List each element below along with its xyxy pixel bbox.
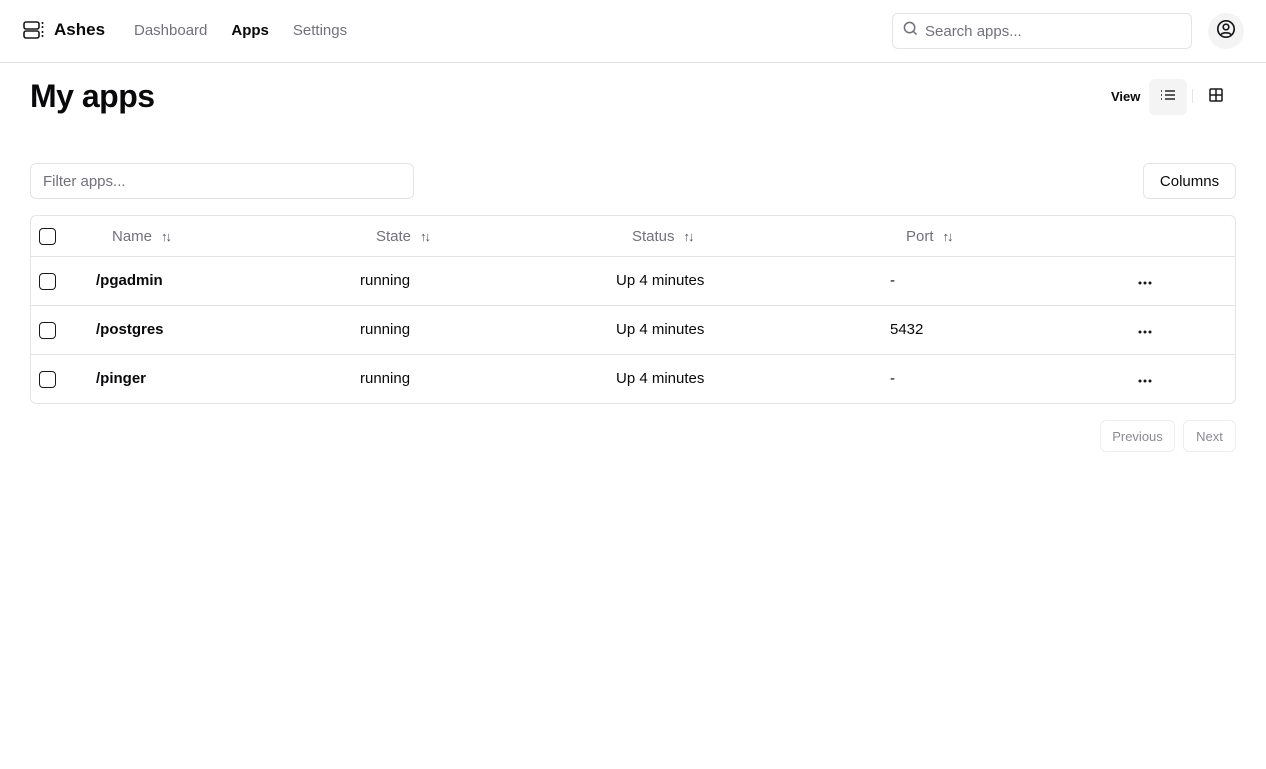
row-actions-button[interactable] <box>1134 271 1156 291</box>
row-checkbox[interactable] <box>39 273 56 290</box>
column-label: Port <box>906 228 934 245</box>
filter-apps-input[interactable] <box>30 163 414 199</box>
table-row: /postgres running Up 4 minutes 5432 <box>31 306 1235 355</box>
view-label: View <box>1111 89 1141 104</box>
search-input[interactable] <box>925 22 1175 40</box>
nav-settings[interactable]: Settings <box>293 22 347 39</box>
app-status: Up 4 minutes <box>616 321 705 338</box>
sort-icon: ↑↓ <box>161 229 172 244</box>
brand[interactable]: Ashes <box>23 20 105 40</box>
column-header-port[interactable]: Port ↑↓ <box>906 228 954 245</box>
nav-dashboard[interactable]: Dashboard <box>134 22 207 39</box>
column-label: Name <box>112 228 153 245</box>
column-header-name[interactable]: Name ↑↓ <box>112 228 172 245</box>
apps-table: Name ↑↓ State ↑↓ Status ↑↓ Port ↑↓ /pgad… <box>30 215 1236 404</box>
app-status: Up 4 minutes <box>616 370 705 387</box>
column-label: State <box>376 228 412 245</box>
row-checkbox[interactable] <box>39 371 56 388</box>
user-menu-button[interactable] <box>1208 13 1244 49</box>
select-all-checkbox[interactable] <box>39 228 56 245</box>
sort-icon: ↑↓ <box>683 229 695 244</box>
server-icon <box>23 20 45 40</box>
next-page-button[interactable]: Next <box>1183 420 1236 452</box>
app-state: running <box>360 272 411 289</box>
app-port: - <box>890 272 895 289</box>
more-horizontal-icon <box>1138 370 1152 388</box>
app-port: - <box>890 370 895 387</box>
main-nav: Dashboard Apps Settings <box>134 22 347 39</box>
list-view-button[interactable] <box>1149 79 1187 115</box>
row-actions-button[interactable] <box>1134 320 1156 340</box>
app-port: 5432 <box>890 321 924 338</box>
grid-view-button[interactable] <box>1197 79 1235 115</box>
more-horizontal-icon <box>1138 321 1152 339</box>
row-checkbox[interactable] <box>39 322 56 339</box>
top-navbar: Ashes Dashboard Apps Settings <box>0 0 1266 63</box>
app-name[interactable]: /postgres <box>96 321 164 338</box>
search-icon <box>903 21 918 41</box>
app-name[interactable]: /pinger <box>96 370 146 387</box>
app-state: running <box>360 321 411 338</box>
app-status: Up 4 minutes <box>616 272 705 289</box>
page-title: My apps <box>30 78 155 114</box>
user-circle-icon <box>1216 19 1236 44</box>
view-divider <box>1192 89 1193 103</box>
more-horizontal-icon <box>1138 272 1152 290</box>
column-header-status[interactable]: Status ↑↓ <box>632 228 695 245</box>
table-row: /pinger running Up 4 minutes - <box>31 355 1235 403</box>
nav-apps[interactable]: Apps <box>231 22 269 39</box>
columns-button[interactable]: Columns <box>1143 163 1236 199</box>
brand-name: Ashes <box>54 20 106 39</box>
search-box <box>892 13 1192 49</box>
grid-icon <box>1209 87 1223 107</box>
column-label: Status <box>632 228 675 245</box>
column-header-state[interactable]: State ↑↓ <box>376 228 431 245</box>
table-row: /pgadmin running Up 4 minutes - <box>31 257 1235 306</box>
app-name[interactable]: /pgadmin <box>96 272 163 289</box>
sort-icon: ↑↓ <box>420 229 431 244</box>
row-actions-button[interactable] <box>1134 369 1156 389</box>
app-state: running <box>360 370 411 387</box>
table-header: Name ↑↓ State ↑↓ Status ↑↓ Port ↑↓ <box>31 216 1235 257</box>
list-icon <box>1160 88 1176 106</box>
sort-icon: ↑↓ <box>942 229 954 244</box>
previous-page-button[interactable]: Previous <box>1100 420 1175 452</box>
